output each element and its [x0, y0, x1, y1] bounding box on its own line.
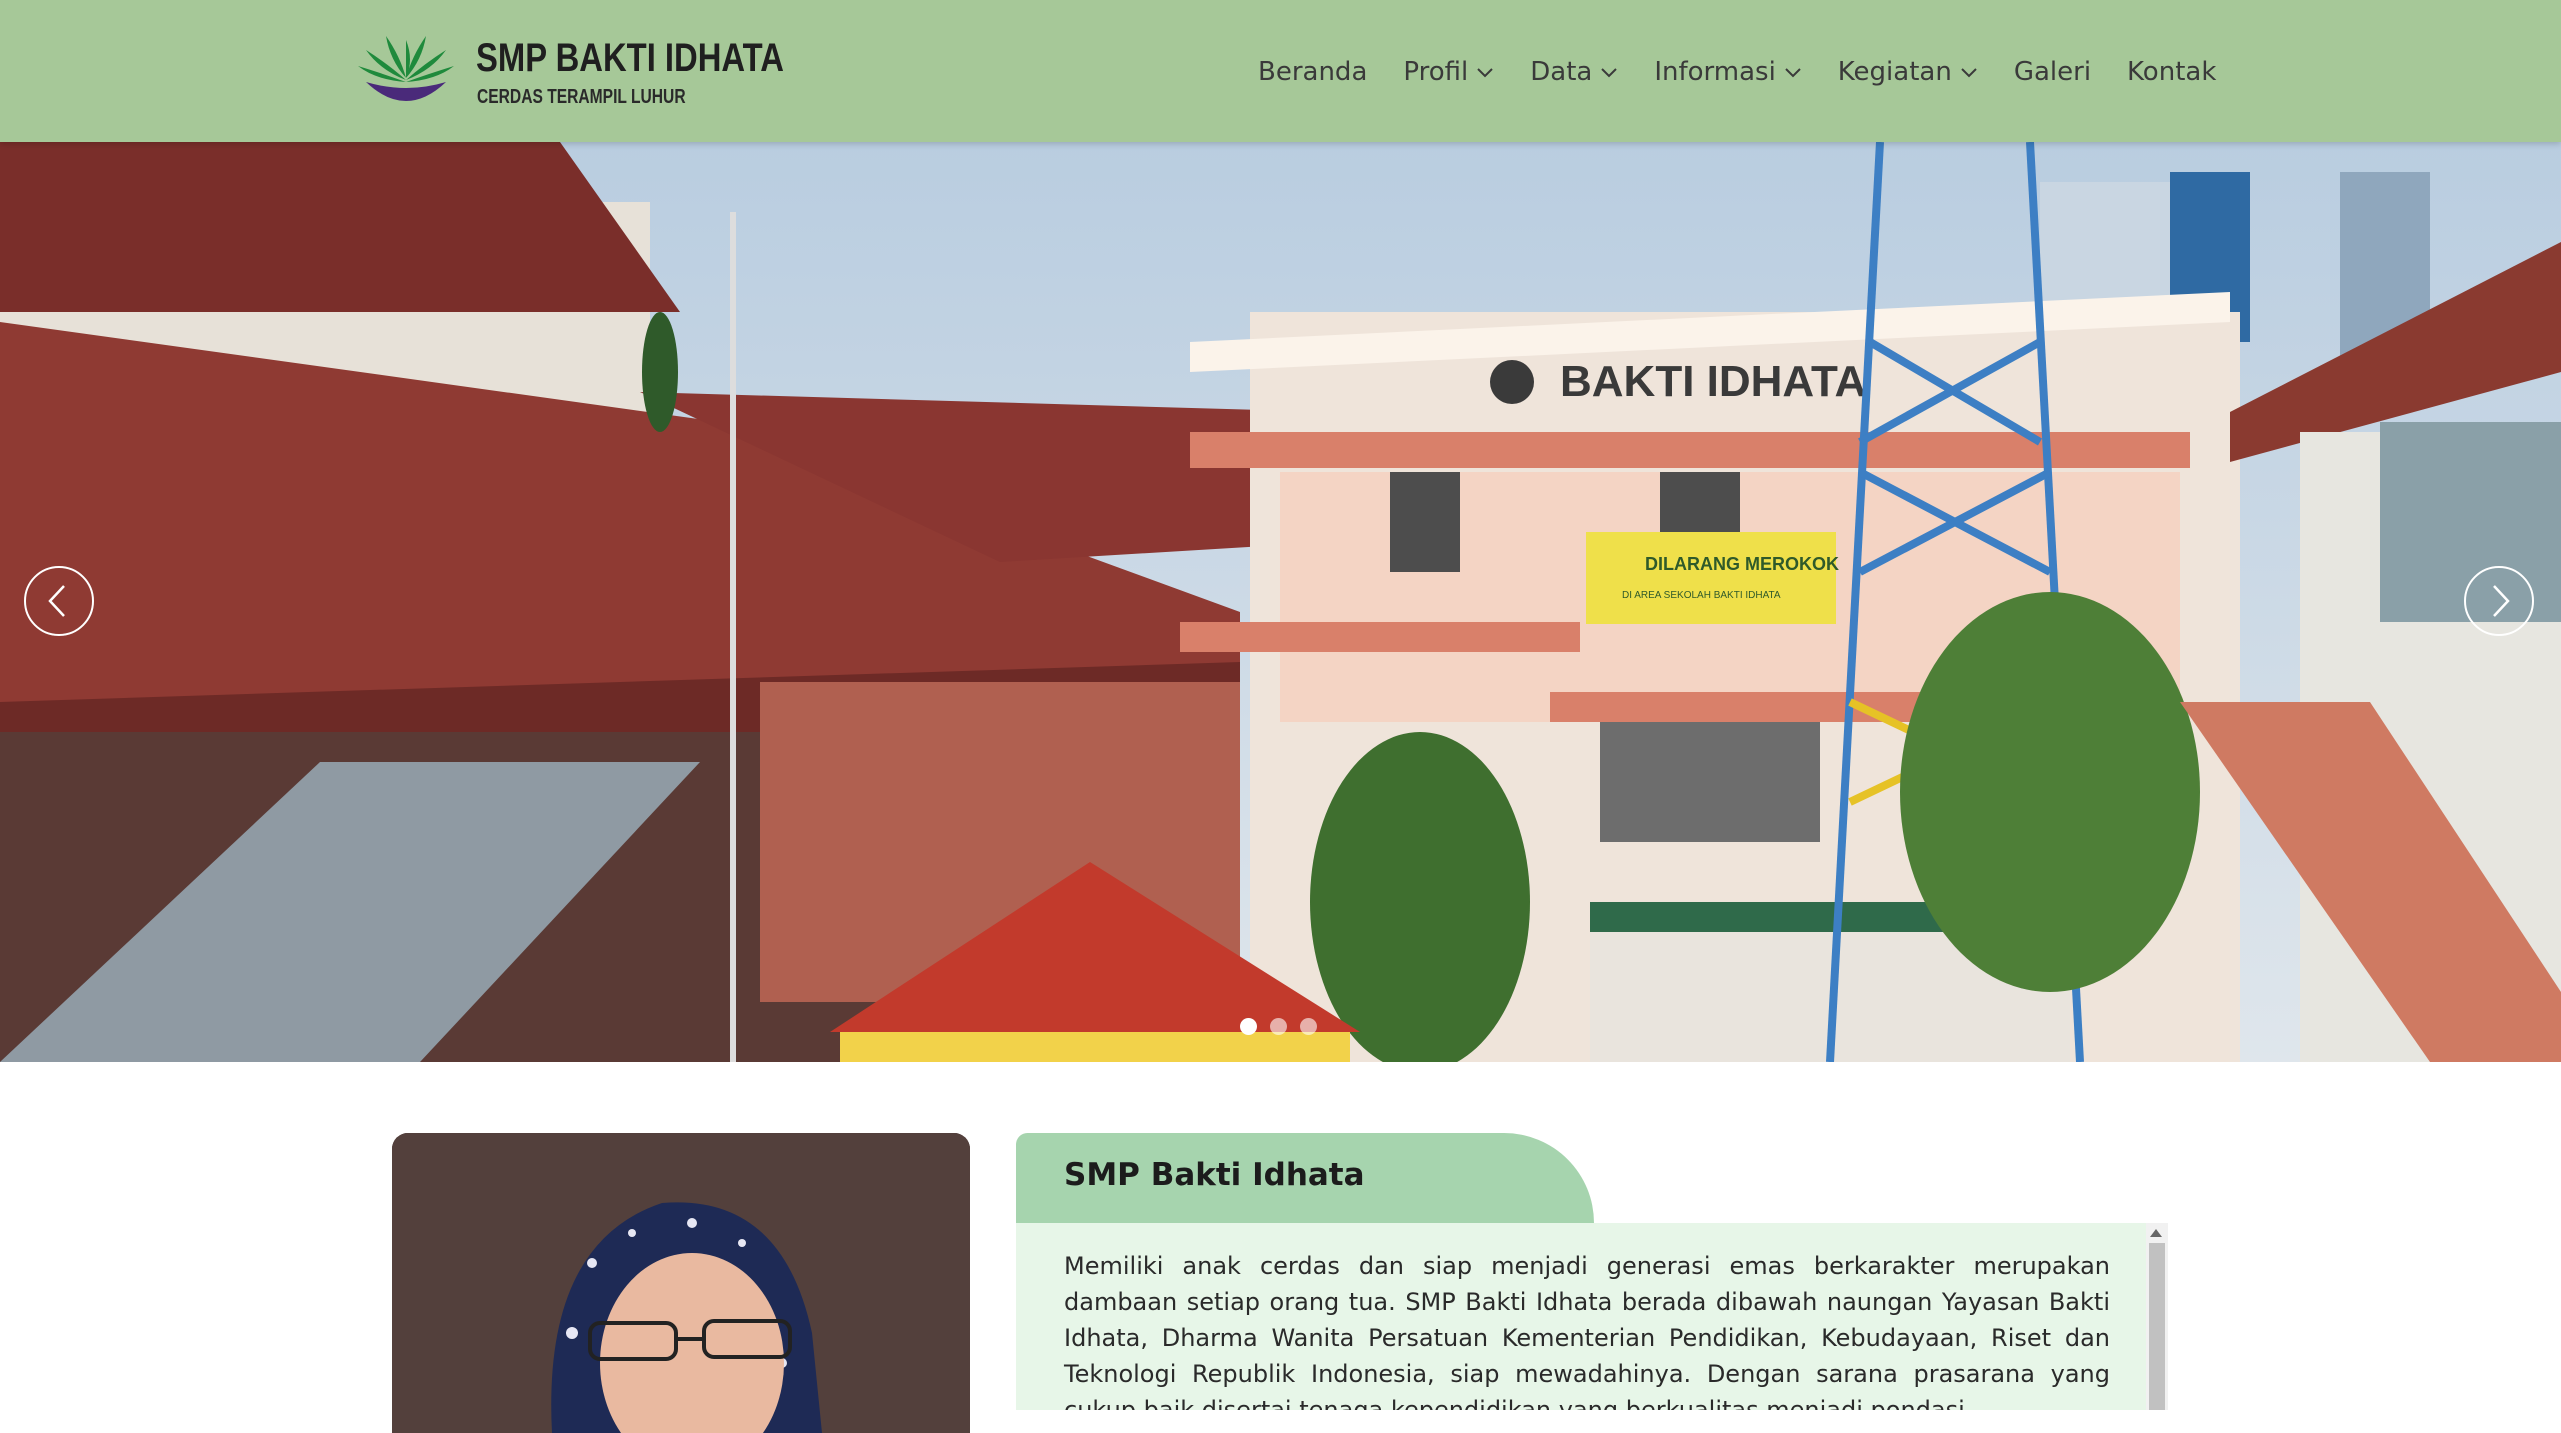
chevron-down-icon: [1961, 68, 1977, 78]
nav-label: Galeri: [2013, 57, 2092, 87]
carousel-next-button[interactable]: [2464, 566, 2534, 636]
nav-label: Informasi: [1654, 57, 1776, 87]
nav-label: Beranda: [1258, 57, 1368, 87]
carousel-prev-button[interactable]: [24, 566, 94, 636]
chevron-down-icon: [1785, 68, 1801, 78]
about-title: SMP Bakti Idhata: [1064, 1157, 1365, 1193]
nav-label: Profil: [1403, 57, 1469, 87]
carousel-dot-2[interactable]: [1270, 1018, 1287, 1035]
school-logo-icon[interactable]: [356, 30, 456, 114]
carousel-dot-1[interactable]: [1240, 1018, 1257, 1035]
nav-label: Data: [1530, 57, 1593, 87]
about-scrollbar[interactable]: [2146, 1223, 2168, 1410]
nav-label: Kontak: [2127, 57, 2217, 87]
nav-label: Kegiatan: [1837, 57, 1952, 87]
no-smoking-banner: [1586, 532, 1836, 624]
carousel-dot-3[interactable]: [1300, 1018, 1317, 1035]
chevron-down-icon: [1477, 68, 1493, 78]
carousel-indicators: [1240, 1018, 1330, 1035]
nav-item-informasi[interactable]: Informasi: [1654, 57, 1801, 87]
principal-portrait-image: [392, 1133, 970, 1433]
chevron-down-icon: [1601, 68, 1618, 78]
chevron-right-icon: [2493, 585, 2510, 617]
main-nav: Beranda Profil Data Informasi Kegiatan G…: [1258, 54, 2216, 90]
site-header: SMP BAKTI IDHATA CERDAS TERAMPIL LUHUR B…: [0, 0, 2561, 142]
scroll-thumb[interactable]: [2149, 1243, 2165, 1410]
nav-item-galeri[interactable]: Galeri: [2014, 57, 2091, 87]
building-sign-text: BAKTI IDHATA: [1560, 357, 1866, 406]
hero-slide-image: BAKTI IDHATA DILARANG MEROKOK DI AREA SE…: [0, 142, 2561, 1062]
nav-item-profil[interactable]: Profil: [1403, 57, 1494, 87]
banner-line1: DILARANG MEROKOK: [1645, 554, 1839, 574]
about-text: Memiliki anak cerdas dan siap menjadi ge…: [1064, 1252, 2110, 1410]
brand-name[interactable]: SMP BAKTI IDHATA: [476, 36, 784, 81]
principal-photo: [392, 1133, 970, 1433]
nav-item-beranda[interactable]: Beranda: [1258, 57, 1367, 87]
scroll-up-icon[interactable]: [2150, 1229, 2162, 1237]
chevron-left-icon: [48, 585, 65, 617]
brand-tagline: CERDAS TERAMPIL LUHUR: [477, 86, 686, 108]
hero-carousel: BAKTI IDHATA DILARANG MEROKOK DI AREA SE…: [0, 142, 2561, 1062]
nav-item-data[interactable]: Data: [1530, 57, 1618, 87]
nav-item-kegiatan[interactable]: Kegiatan: [1838, 57, 1978, 87]
about-panel[interactable]: Memiliki anak cerdas dan siap menjadi ge…: [1016, 1223, 2168, 1410]
nav-item-kontak[interactable]: Kontak: [2127, 57, 2216, 87]
banner-line2: DI AREA SEKOLAH BAKTI IDHATA: [1622, 590, 1781, 601]
about-title-tab: SMP Bakti Idhata: [1016, 1133, 1594, 1223]
